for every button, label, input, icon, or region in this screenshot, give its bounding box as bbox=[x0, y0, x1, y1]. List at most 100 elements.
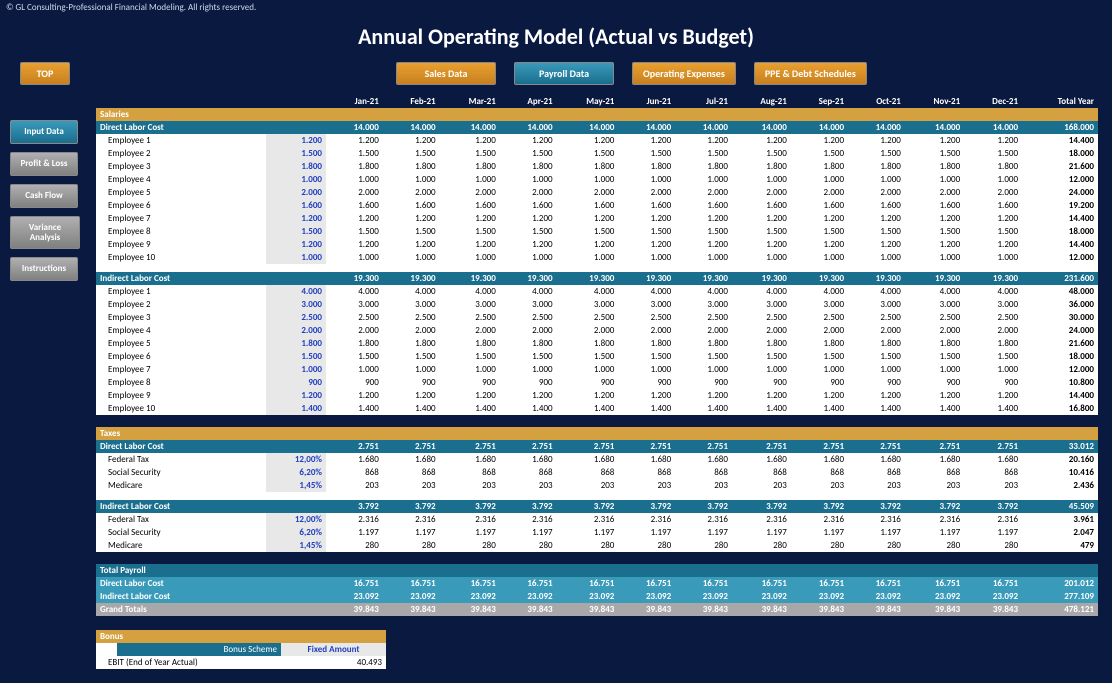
row-input[interactable]: 1.000 bbox=[266, 363, 326, 376]
section-label: Indirect Labor Cost bbox=[96, 590, 326, 603]
row-label: Social Security bbox=[96, 466, 266, 479]
row-input[interactable]: 1.500 bbox=[266, 225, 326, 238]
row-input[interactable]: 2.500 bbox=[266, 311, 326, 324]
row-input[interactable]: 1.500 bbox=[266, 147, 326, 160]
row-month: 868 bbox=[791, 466, 848, 479]
row-input[interactable]: 1,45% bbox=[266, 539, 326, 552]
row-month: 868 bbox=[440, 466, 500, 479]
row-month: 900 bbox=[964, 376, 1022, 389]
row-month: 3.000 bbox=[964, 298, 1022, 311]
row-input[interactable]: 1.600 bbox=[266, 199, 326, 212]
row-input[interactable]: 12,00% bbox=[266, 513, 326, 526]
row-month: 1.500 bbox=[732, 147, 791, 160]
row-input[interactable]: 900 bbox=[266, 376, 326, 389]
month-header: Oct-21 bbox=[848, 95, 905, 108]
row-input[interactable]: 2.000 bbox=[266, 324, 326, 337]
row-month: 203 bbox=[383, 479, 440, 492]
row-month: 1.200 bbox=[326, 238, 383, 251]
section-month: 3.792 bbox=[848, 500, 905, 513]
section-month: 3.792 bbox=[383, 500, 440, 513]
row-input[interactable]: 1,45% bbox=[266, 479, 326, 492]
row-month: 1.680 bbox=[500, 453, 557, 466]
instructions-button[interactable]: Instructions bbox=[10, 257, 78, 281]
ppe-debt-button[interactable]: PPE & Debt Schedules bbox=[754, 62, 867, 85]
row-input[interactable]: 1.400 bbox=[266, 402, 326, 415]
row-month: 1.680 bbox=[964, 453, 1022, 466]
row-month: 1.200 bbox=[326, 212, 383, 225]
row-month: 203 bbox=[557, 479, 619, 492]
row-input[interactable]: 1.200 bbox=[266, 389, 326, 402]
row-month: 1.600 bbox=[383, 199, 440, 212]
payroll-data-button[interactable]: Payroll Data bbox=[514, 62, 614, 85]
row-month: 4.000 bbox=[964, 285, 1022, 298]
section-month: 19.300 bbox=[440, 272, 500, 285]
row-month: 1.800 bbox=[848, 337, 905, 350]
row-month: 2.500 bbox=[618, 311, 675, 324]
section-month: 2.751 bbox=[848, 440, 905, 453]
row-month: 1.000 bbox=[848, 363, 905, 376]
cash-flow-button[interactable]: Cash Flow bbox=[10, 184, 78, 208]
row-month: 280 bbox=[440, 539, 500, 552]
section-label: Grand Totals bbox=[96, 603, 326, 616]
profit-loss-button[interactable]: Profit & Loss bbox=[10, 152, 78, 176]
row-year: 479 bbox=[1022, 539, 1098, 552]
row-input[interactable]: 1.000 bbox=[266, 251, 326, 264]
operating-expenses-button[interactable]: Operating Expenses bbox=[632, 62, 736, 85]
table-row: Employee 14.0004.0004.0004.0004.0004.000… bbox=[96, 285, 1098, 298]
row-month: 2.000 bbox=[732, 324, 791, 337]
variance-analysis-button[interactable]: Variance Analysis bbox=[10, 216, 80, 250]
row-input[interactable]: 2.000 bbox=[266, 186, 326, 199]
row-month: 1.000 bbox=[905, 363, 964, 376]
table-row: Employee 23.0003.0003.0003.0003.0003.000… bbox=[96, 298, 1098, 311]
row-month: 1.500 bbox=[675, 350, 732, 363]
row-input[interactable]: 6,20% bbox=[266, 526, 326, 539]
row-input[interactable]: 1.800 bbox=[266, 160, 326, 173]
row-month: 1.500 bbox=[964, 225, 1022, 238]
row-month: 2.000 bbox=[618, 324, 675, 337]
row-input[interactable]: 4.000 bbox=[266, 285, 326, 298]
row-month: 1.680 bbox=[675, 453, 732, 466]
row-input[interactable]: 1.800 bbox=[266, 337, 326, 350]
section-month: 19.300 bbox=[732, 272, 791, 285]
row-input[interactable]: 1.500 bbox=[266, 350, 326, 363]
row-year: 18.000 bbox=[1022, 350, 1098, 363]
row-month: 203 bbox=[440, 479, 500, 492]
row-month: 280 bbox=[848, 539, 905, 552]
row-input[interactable]: 1.200 bbox=[266, 134, 326, 147]
month-header: Jun-21 bbox=[618, 95, 675, 108]
table-row: Federal Tax12,00%2.3162.3162.3162.3162.3… bbox=[96, 513, 1098, 526]
row-month: 1.197 bbox=[440, 526, 500, 539]
row-month: 1.200 bbox=[557, 238, 619, 251]
row-input[interactable]: 1.200 bbox=[266, 212, 326, 225]
row-year: 19.200 bbox=[1022, 199, 1098, 212]
month-header: Aug-21 bbox=[732, 95, 791, 108]
section-year: 33.012 bbox=[1022, 440, 1098, 453]
section-month: 14.000 bbox=[326, 121, 383, 134]
row-input[interactable]: 3.000 bbox=[266, 298, 326, 311]
row-input[interactable]: 6,20% bbox=[266, 466, 326, 479]
row-input[interactable]: 1.200 bbox=[266, 238, 326, 251]
section-month: 16.751 bbox=[500, 577, 557, 590]
month-header: May-21 bbox=[557, 95, 619, 108]
row-month: 1.400 bbox=[675, 402, 732, 415]
row-month: 1.500 bbox=[675, 147, 732, 160]
sales-data-button[interactable]: Sales Data bbox=[396, 62, 496, 85]
row-month: 900 bbox=[848, 376, 905, 389]
row-month: 1.600 bbox=[848, 199, 905, 212]
section-month: 23.092 bbox=[905, 590, 964, 603]
row-month: 1.200 bbox=[732, 389, 791, 402]
top-button[interactable]: TOP bbox=[20, 62, 70, 85]
row-month: 203 bbox=[500, 479, 557, 492]
month-header: Jul-21 bbox=[675, 95, 732, 108]
row-month: 4.000 bbox=[383, 285, 440, 298]
section-month: 19.300 bbox=[964, 272, 1022, 285]
row-month: 1.680 bbox=[791, 453, 848, 466]
row-input[interactable]: 12,00% bbox=[266, 453, 326, 466]
input-data-button[interactable]: Input Data bbox=[10, 120, 78, 144]
row-input[interactable]: 1.000 bbox=[266, 173, 326, 186]
row-month: 900 bbox=[500, 376, 557, 389]
row-label: Employee 5 bbox=[96, 186, 266, 199]
bonus-scheme-value[interactable]: Fixed Amount bbox=[281, 643, 386, 656]
row-month: 1.800 bbox=[326, 160, 383, 173]
table-row: Employee 71.2001.2001.2001.2001.2001.200… bbox=[96, 212, 1098, 225]
